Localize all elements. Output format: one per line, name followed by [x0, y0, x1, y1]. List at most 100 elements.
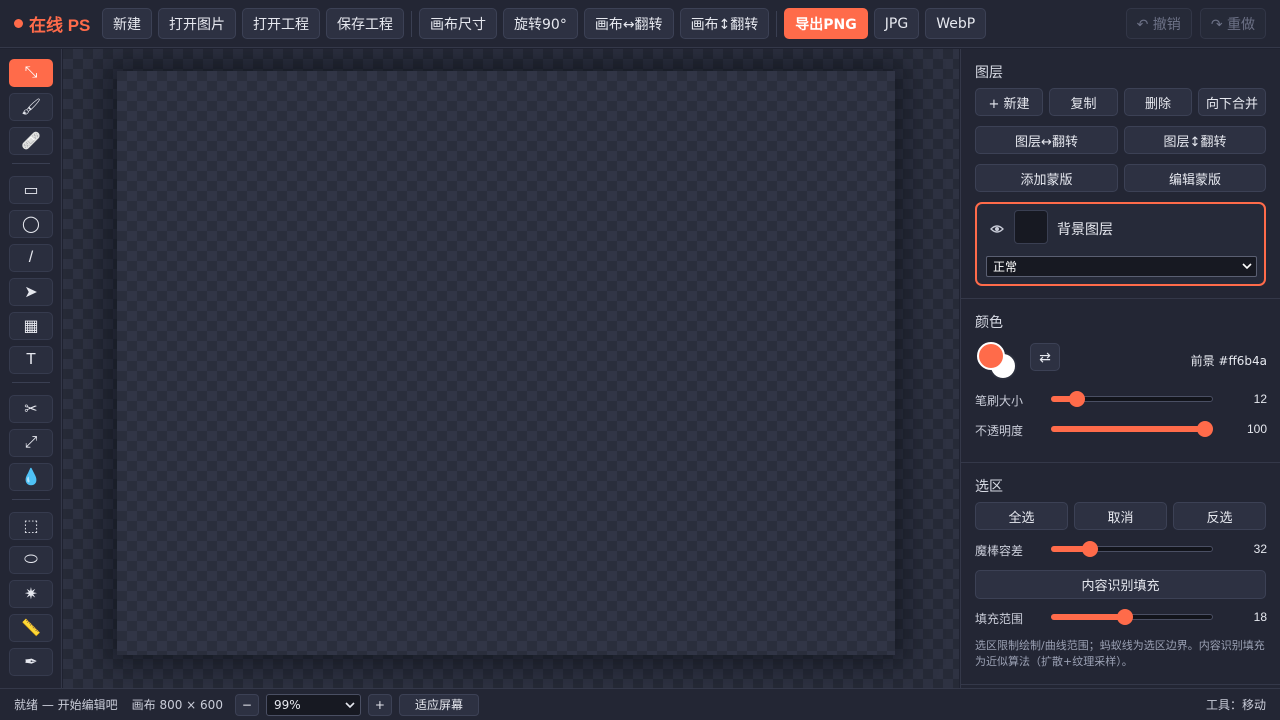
- foreground-color-label: 前景 #ff6b4a: [1190, 354, 1267, 368]
- tool-palette: ⤡ 🖌 🩹 ▭ ◯ / ➤ ▦ T ✂ ⤢ 💧 ⬚ ⬭ ✷ 📏 ✒: [0, 49, 62, 688]
- toolbar-divider: [776, 10, 778, 37]
- deselect-button[interactable]: 取消: [1074, 502, 1167, 530]
- fit-screen-button[interactable]: 适应屏幕: [398, 693, 479, 716]
- eyedropper-tool[interactable]: 💧: [9, 463, 53, 491]
- document-canvas[interactable]: [117, 71, 895, 655]
- swap-colors-button[interactable]: ⇄: [1030, 343, 1060, 371]
- ellipse-select-tool[interactable]: ⬭: [9, 546, 53, 574]
- blend-mode-select[interactable]: 正常: [986, 256, 1257, 277]
- new-layer-button[interactable]: + 新建: [975, 88, 1043, 116]
- logo-dot-icon: [14, 19, 23, 28]
- flip-layer-horizontal-button[interactable]: 图层↔翻转: [975, 126, 1118, 154]
- opacity-slider[interactable]: [1051, 421, 1213, 437]
- layer-item[interactable]: 背景图层 正常: [975, 202, 1266, 286]
- slider-thumb[interactable]: [1068, 391, 1085, 407]
- app-title: 在线 PS: [29, 16, 91, 35]
- transform-tool[interactable]: ⤢: [9, 429, 53, 457]
- new-button[interactable]: 新建: [102, 8, 152, 39]
- zoom-in-button[interactable]: +: [367, 693, 392, 716]
- rect-select-tool[interactable]: ⬚: [9, 512, 53, 540]
- current-tool-label: 工具：移动: [1205, 698, 1266, 712]
- grid-icon: ▦: [23, 318, 39, 335]
- delete-layer-button[interactable]: 删除: [1124, 88, 1192, 116]
- flip-canvas-vertical-button[interactable]: 画布↕翻转: [679, 8, 770, 39]
- save-project-button[interactable]: 保存工程: [326, 8, 404, 39]
- selection-section: 选区 全选 取消 反选 魔棒容差 32 内容识别填充 填充范围 18 选区限制绘…: [961, 463, 1280, 685]
- ruler-icon: 📏: [21, 620, 41, 637]
- wand-tolerance-value: 32: [1253, 542, 1267, 556]
- redo-button[interactable]: ↷ 重做: [1199, 8, 1266, 39]
- text-icon: T: [26, 351, 36, 368]
- duplicate-layer-button[interactable]: 复制: [1049, 88, 1118, 116]
- lasso-tool[interactable]: ✒: [9, 648, 53, 676]
- line-tool[interactable]: /: [9, 244, 53, 272]
- color-section: 颜色 ⇄ 前景 #ff6b4a 笔刷大小 12 不透明度 100: [961, 299, 1280, 463]
- swap-icon: ⇄: [1039, 348, 1051, 365]
- move-tool[interactable]: ⤡: [9, 59, 53, 87]
- arrow-tool[interactable]: ➤: [9, 278, 53, 306]
- rect-select-icon: ⬚: [23, 518, 39, 535]
- blend-mode-value: 正常: [993, 260, 1018, 274]
- ruler-tool[interactable]: 📏: [9, 614, 53, 642]
- top-toolbar: 在线 PS 新建 打开图片 打开工程 保存工程 画布尺寸 旋转90° 画布↔翻转…: [0, 0, 1280, 48]
- brush-size-slider[interactable]: [1051, 391, 1213, 407]
- slider-thumb[interactable]: [1197, 421, 1213, 437]
- eraser-tool[interactable]: 🩹: [9, 127, 53, 155]
- text-tool[interactable]: T: [9, 346, 53, 374]
- magic-wand-icon: ✷: [24, 586, 38, 603]
- eyedropper-icon: 💧: [21, 469, 41, 486]
- export-jpg-button[interactable]: JPG: [873, 8, 920, 39]
- app-logo: 在线 PS: [14, 11, 102, 36]
- canvas-workspace[interactable]: [63, 49, 959, 688]
- foreground-color-swatch[interactable]: [977, 342, 1005, 370]
- add-mask-button[interactable]: 添加蒙版: [975, 164, 1118, 192]
- toolbar-divider: [411, 10, 412, 37]
- select-all-button[interactable]: 全选: [975, 502, 1068, 530]
- zoom-value: 99%: [273, 697, 301, 712]
- ellipse-tool[interactable]: ◯: [9, 210, 53, 238]
- merge-down-button[interactable]: 向下合并: [1198, 88, 1266, 116]
- ellipse-select-icon: ⬭: [24, 551, 38, 568]
- edit-mask-button[interactable]: 编辑蒙版: [1124, 164, 1266, 192]
- move-icon: ⤡: [24, 64, 38, 81]
- layers-title: 图层: [975, 64, 1003, 80]
- magic-wand-tool[interactable]: ✷: [9, 580, 53, 608]
- slider-thumb[interactable]: [1116, 609, 1133, 625]
- color-title: 颜色: [975, 314, 1003, 330]
- grid-tool[interactable]: ▦: [9, 312, 53, 340]
- status-message: 就绪 — 开始编辑吧: [14, 698, 118, 712]
- rectangle-tool[interactable]: ▭: [9, 176, 53, 204]
- invert-selection-button[interactable]: 反选: [1173, 502, 1266, 530]
- ellipse-icon: ◯: [22, 216, 40, 233]
- right-panel: 图层 + 新建 复制 删除 向下合并 图层↔翻转 图层↕翻转 添加蒙版 编辑蒙版…: [960, 49, 1280, 688]
- crop-tool[interactable]: ✂: [9, 395, 53, 423]
- brush-size-value: 12: [1253, 392, 1267, 406]
- canvas-info: 画布 800 × 600: [131, 698, 223, 712]
- export-webp-button[interactable]: WebP: [925, 8, 987, 39]
- crop-icon: ✂: [24, 401, 38, 418]
- open-project-button[interactable]: 打开工程: [242, 8, 320, 39]
- slider-thumb[interactable]: [1082, 541, 1099, 557]
- zoom-select[interactable]: 99%: [265, 693, 361, 716]
- zoom-out-button[interactable]: −: [234, 693, 259, 716]
- flip-canvas-horizontal-button[interactable]: 画布↔翻转: [583, 8, 674, 39]
- undo-button[interactable]: ↶ 撤销: [1125, 8, 1192, 39]
- fill-range-slider[interactable]: [1051, 609, 1213, 625]
- rotate-90-button[interactable]: 旋转90°: [503, 8, 578, 39]
- opacity-label: 不透明度: [975, 424, 1024, 438]
- flip-layer-vertical-button[interactable]: 图层↕翻转: [1124, 126, 1266, 154]
- eye-icon[interactable]: [989, 221, 1005, 237]
- fill-range-value: 18: [1253, 610, 1267, 624]
- export-png-button[interactable]: 导出PNG: [784, 8, 868, 39]
- content-aware-fill-button[interactable]: 内容识别填充: [975, 570, 1266, 599]
- brush-tool[interactable]: 🖌: [9, 93, 53, 121]
- lasso-icon: ✒: [24, 654, 38, 671]
- wand-tolerance-slider[interactable]: [1051, 541, 1213, 557]
- line-icon: /: [28, 249, 34, 266]
- brush-icon: 🖌: [20, 99, 42, 116]
- chevron-down-icon: [345, 698, 355, 715]
- layer-name: 背景图层: [1057, 222, 1113, 238]
- chevron-down-icon: [1242, 259, 1252, 276]
- open-image-button[interactable]: 打开图片: [158, 8, 236, 39]
- canvas-size-button[interactable]: 画布尺寸: [419, 8, 497, 39]
